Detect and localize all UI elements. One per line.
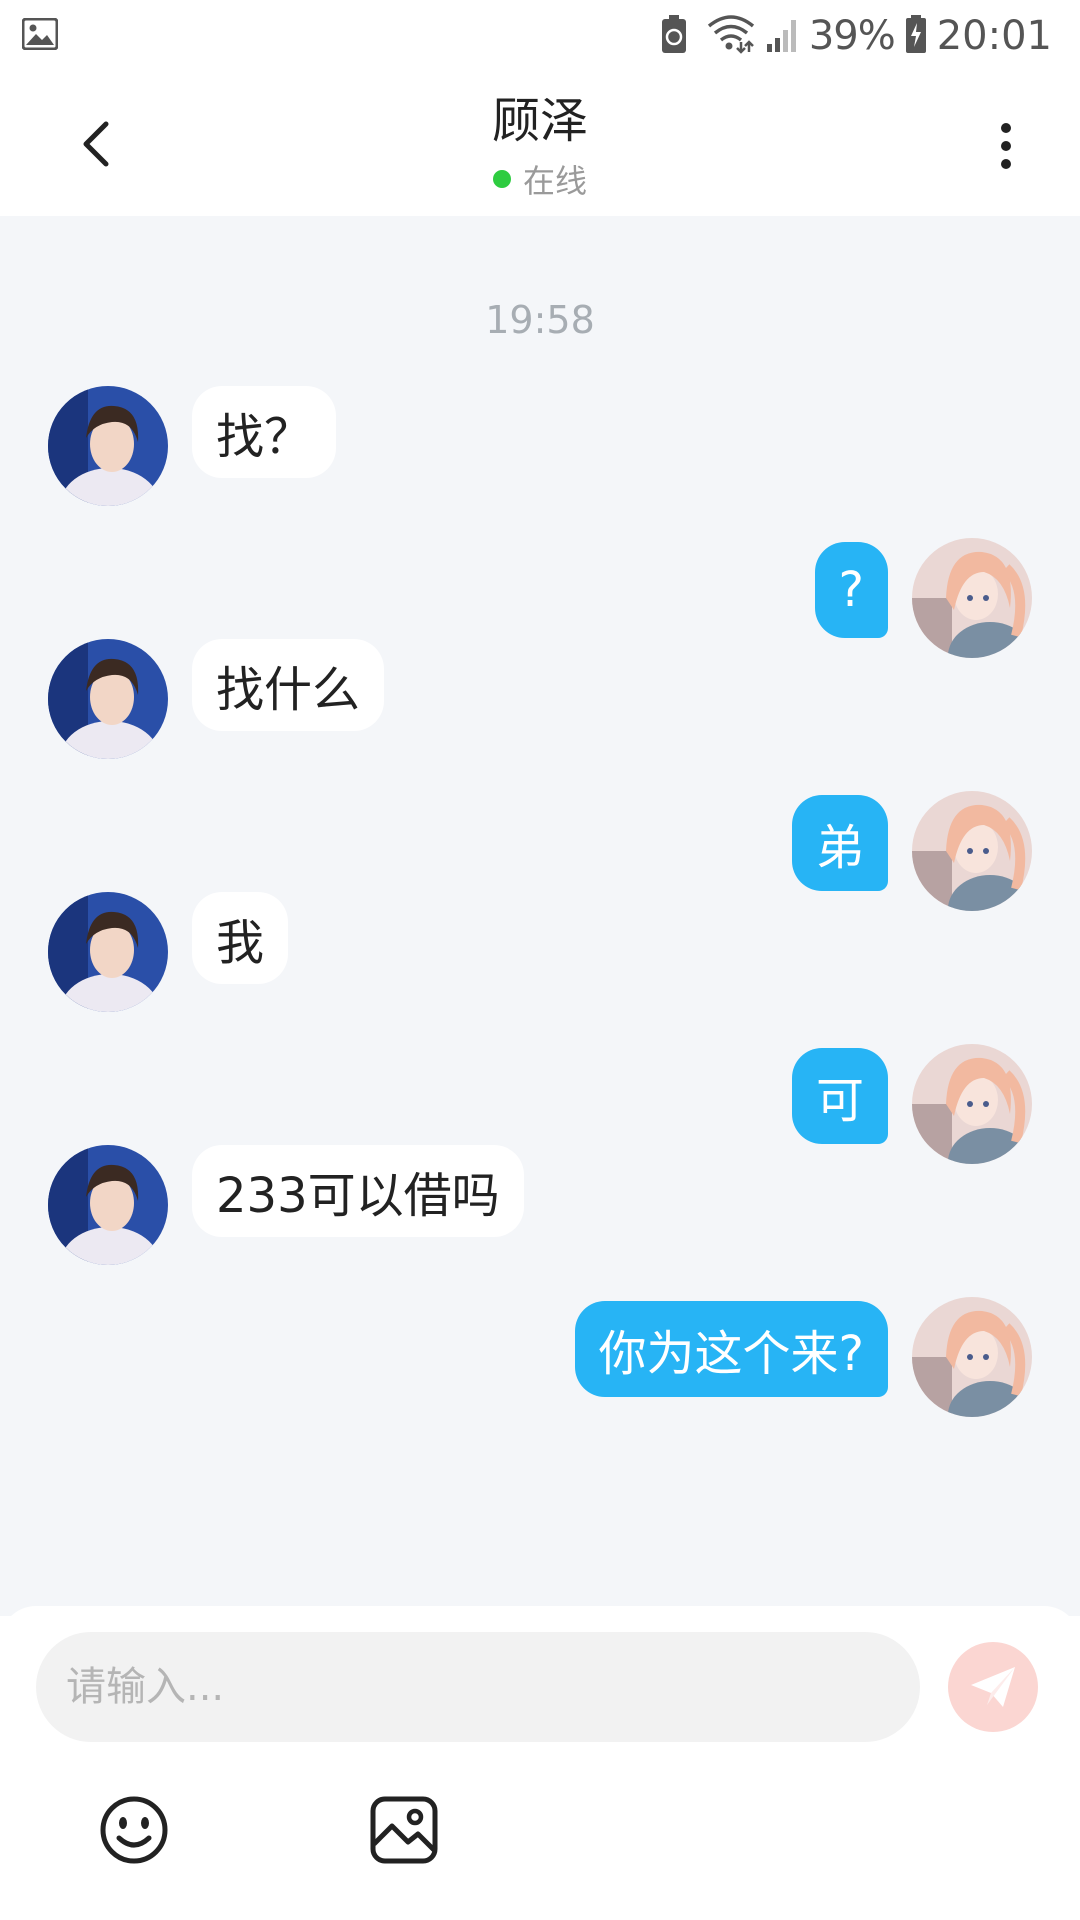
message-bubble-incoming[interactable]: 我 [192, 892, 289, 984]
contact-name: 顾泽 [491, 93, 588, 149]
contact-avatar[interactable] [48, 639, 168, 759]
contact-avatar[interactable] [48, 1145, 168, 1265]
image-icon [370, 1796, 438, 1864]
online-dot [492, 170, 511, 188]
message-row-incoming: 找什么 [0, 639, 1080, 763]
message-bubble-outgoing[interactable]: 弟 [791, 795, 888, 891]
chat-header: 顾泽 在线 [0, 72, 1080, 216]
chat-area[interactable]: 19:58 找？ ? 找什么 弟 我 可 233可以借吗 你为这个来? [0, 216, 1080, 1616]
message-row-incoming: 找？ [0, 386, 1080, 510]
message-input[interactable] [36, 1632, 920, 1742]
more-vertical-icon [1001, 123, 1011, 169]
wifi-icon [707, 14, 755, 58]
contact-avatar[interactable] [48, 386, 168, 506]
message-bubble-incoming[interactable]: 找什么 [192, 639, 385, 731]
emoji-button[interactable] [98, 1794, 170, 1866]
more-menu-button[interactable] [988, 114, 1024, 178]
message-bubble-incoming[interactable]: 找？ [192, 386, 337, 478]
image-button[interactable] [368, 1794, 440, 1866]
status-bar: 39% 20:01 [0, 0, 1080, 72]
message-bubble-outgoing[interactable]: 你为这个来? [574, 1301, 888, 1397]
emoji-icon [100, 1796, 168, 1864]
paper-plane-icon [971, 1667, 1015, 1707]
gallery-icon [21, 17, 59, 54]
clock: 20:01 [936, 13, 1052, 59]
message-bubble-outgoing[interactable]: ? [814, 542, 888, 638]
battery-saver-icon [661, 14, 687, 58]
battery-icon [905, 14, 927, 58]
online-status: 在线 [522, 162, 587, 200]
message-row-outgoing: 你为这个来? [0, 1297, 1080, 1421]
message-bubble-incoming[interactable]: 233可以借吗 [192, 1145, 524, 1237]
battery-percent: 39% [808, 13, 896, 59]
message-bubble-outgoing[interactable]: 可 [791, 1048, 888, 1144]
user-avatar[interactable] [912, 1297, 1032, 1417]
message-row-incoming: 我 [0, 892, 1080, 1016]
message-row-incoming: 233可以借吗 [0, 1145, 1080, 1269]
chat-timestamp: 19:58 [485, 298, 595, 342]
signal-icon [765, 14, 799, 58]
send-button[interactable] [948, 1642, 1038, 1732]
message-composer [0, 1606, 1080, 1920]
contact-avatar[interactable] [48, 892, 168, 1012]
